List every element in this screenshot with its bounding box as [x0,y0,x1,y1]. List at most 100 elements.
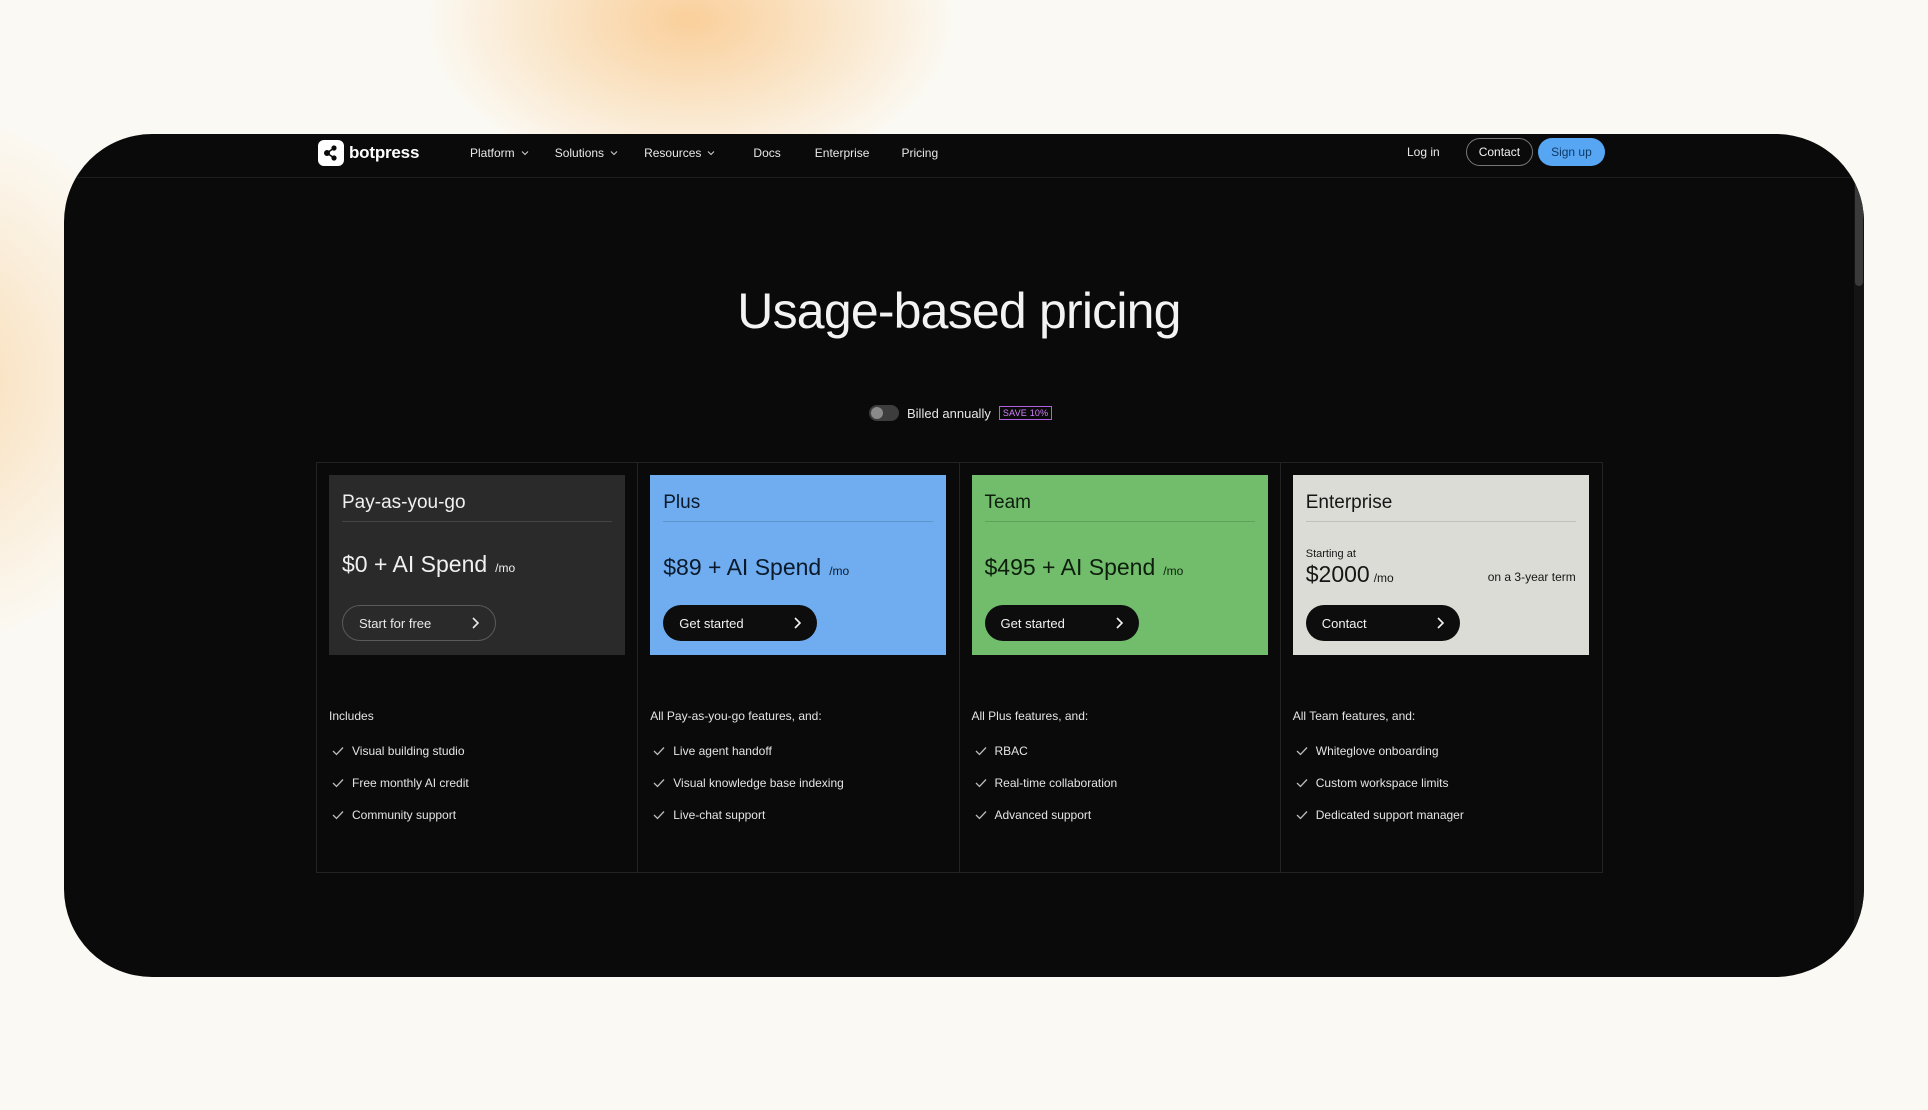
get-started-button[interactable]: Get started [663,605,818,641]
check-icon [653,779,665,788]
check-icon [653,747,665,756]
feature-label: Custom workspace limits [1315,776,1449,790]
billing-toggle-row: Billed annually SAVE 10% [869,405,1053,421]
price-period: /mo [495,561,516,575]
feature-item: Custom workspace limits [1293,767,1464,799]
divider [663,521,934,522]
feature-label: Live-chat support [673,808,766,822]
check-icon [975,779,986,788]
check-icon [653,811,665,820]
chevron-right-icon [794,617,802,629]
price-period: /mo [829,564,850,578]
feature-item: Advanced support [972,799,1118,831]
plan-price: $89 + AI Spend/mo [663,554,849,581]
nav-label: Enterprise [814,146,870,160]
nav-label: Docs [753,146,781,160]
feature-item: Dedicated support manager [1293,799,1464,831]
toggle-knob [871,407,883,419]
scrollbar-thumb[interactable] [1855,176,1863,286]
starting-label: Starting at [1305,548,1356,560]
nav-label: Solutions [554,146,605,160]
nav-pricing[interactable]: Pricing [901,146,938,160]
feature-label: Live agent handoff [673,744,772,758]
signup-button[interactable]: Sign up [1538,138,1605,166]
term-label: on a 3-year term [1487,570,1576,584]
price-period: /mo [1163,564,1184,578]
plan-price: $0 + AI Spend/mo [342,551,515,578]
feature-label: RBAC [994,744,1028,758]
billing-toggle[interactable] [869,405,899,421]
main-nav: Platform Solutions Resources Docs Enterp… [470,146,964,160]
chevron-right-icon [1437,617,1444,629]
page-title: Usage-based pricing [737,283,1181,339]
nav-docs[interactable]: Docs [753,146,780,160]
nav-enterprise[interactable]: Enterprise [815,146,870,160]
feature-item: Free monthly AI credit [329,767,469,799]
brand-name: botpress [349,143,420,162]
check-icon [332,811,344,820]
feature-list: Includes Visual building studio Free mon… [329,709,469,831]
login-link[interactable]: Log in [1407,145,1440,159]
feature-item: Visual knowledge base indexing [650,767,844,799]
feature-label: Advanced support [994,808,1092,822]
save-badge: SAVE 10% [998,406,1053,420]
chevron-down-icon [610,151,618,156]
feature-label: Visual knowledge base indexing [673,776,844,790]
plan-price: $495 + AI Spend/mo [985,554,1184,581]
check-icon [332,779,344,788]
price-amount: $2000 [1305,561,1370,587]
feature-label: Real-time collaboration [994,776,1118,790]
nav-label: Resources [644,146,702,160]
price-period: /mo [1373,571,1394,585]
pricing-plans: Pay-as-you-go $0 + AI Spend/mo Start for… [316,462,1603,873]
scrollbar[interactable] [1854,174,1864,974]
contact-button[interactable]: Contact [1465,138,1534,166]
plan-card: Pay-as-you-go $0 + AI Spend/mo Start for… [329,475,625,655]
feature-item: Live-chat support [650,799,844,831]
check-icon [1296,747,1308,756]
check-icon [1296,811,1308,820]
feature-list: All Team features, and: Whiteglove onboa… [1293,709,1464,831]
plan-card: Plus $89 + AI Spend/mo Get started [650,475,947,655]
top-nav: botpress Platform Solutions Resources Do… [64,134,1854,178]
plan-card: Enterprise Starting at $2000/mo on a 3-y… [1292,475,1589,655]
brand-logo[interactable]: botpress [318,140,419,166]
check-icon [1296,779,1308,788]
check-icon [975,747,986,756]
feature-list: All Plus features, and: RBAC Real-time c… [972,709,1118,831]
start-free-button[interactable]: Start for free [342,605,496,641]
check-icon [332,747,344,756]
plan-card: Team $495 + AI Spend/mo Get started [971,475,1268,655]
nav-resources[interactable]: Resources [644,146,715,160]
feature-item: Community support [329,799,469,831]
contact-sales-button[interactable]: Contact [1305,605,1460,641]
button-label: Start for free [359,615,432,631]
divider [984,521,1255,522]
feature-list: All Pay-as-you-go features, and: Live ag… [650,709,844,831]
feature-label: Whiteglove onboarding [1315,744,1439,758]
button-label: Contact [1321,615,1367,631]
feature-label: Community support [352,808,457,822]
price-amount: $0 + AI Spend [342,551,488,577]
plan-name: Plus [663,492,701,513]
features-title: All Pay-as-you-go features, and: [650,709,822,723]
feature-label: Visual building studio [352,744,465,758]
feature-item: Live agent handoff [650,735,844,767]
plan-team: Team $495 + AI Spend/mo Get started All … [960,463,1281,872]
plan-name: Pay-as-you-go [342,492,466,513]
chevron-right-icon [472,617,479,629]
chevron-down-icon [708,151,715,156]
plan-name: Enterprise [1305,492,1393,513]
button-label: Get started [1000,615,1065,631]
features-title: All Team features, and: [1292,709,1416,723]
chevron-down-icon [521,151,529,156]
divider [1305,521,1576,522]
nav-platform[interactable]: Platform [470,146,529,160]
features-title: Includes [329,709,374,723]
divider [342,521,612,522]
check-icon [975,811,986,820]
nav-solutions[interactable]: Solutions [555,146,618,160]
feature-label: Free monthly AI credit [352,776,469,790]
get-started-button[interactable]: Get started [984,605,1139,641]
nav-label: Platform [470,146,515,160]
